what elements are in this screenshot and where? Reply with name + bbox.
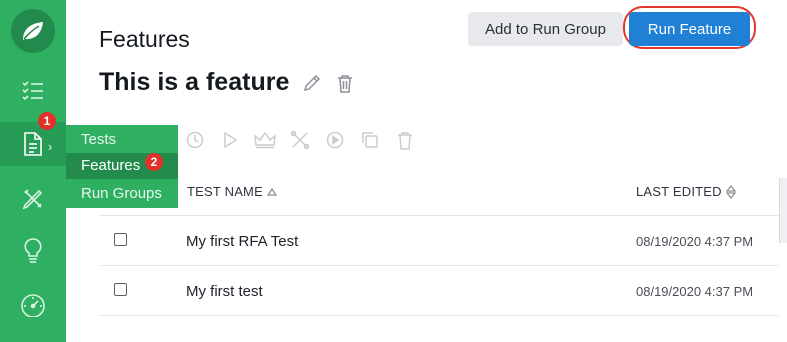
table-scrollbar[interactable]	[779, 178, 787, 243]
trash-icon[interactable]	[393, 128, 417, 152]
flyout-item-run-groups[interactable]: Run Groups	[66, 181, 178, 207]
crown-icon[interactable]	[253, 128, 277, 152]
column-header-test-name-label: TEST NAME	[187, 184, 263, 199]
tools-icon[interactable]	[288, 128, 312, 152]
checklist-icon[interactable]	[0, 68, 66, 112]
column-header-last-edited-label: LAST EDITED	[636, 184, 722, 199]
speedometer-icon[interactable]	[0, 283, 66, 327]
sort-both-icon	[725, 184, 736, 199]
run-feature-button[interactable]: Run Feature	[629, 12, 750, 46]
play-icon[interactable]	[218, 128, 242, 152]
table-row[interactable]: My first test 08/19/2020 4:37 PM	[99, 266, 779, 316]
column-header-test-name[interactable]: TEST NAME	[187, 184, 277, 199]
lightbulb-icon[interactable]	[0, 229, 66, 273]
chevron-right-icon: ›	[48, 139, 53, 154]
play-circle-icon[interactable]	[323, 128, 347, 152]
test-name-cell[interactable]: My first test	[186, 283, 263, 300]
row-checkbox[interactable]	[114, 283, 127, 296]
edit-pencil-icon[interactable]	[302, 73, 322, 93]
feature-title: This is a feature	[99, 68, 290, 96]
delete-trash-icon[interactable]	[335, 72, 355, 94]
sort-ascending-icon	[266, 187, 277, 196]
row-divider	[99, 315, 779, 316]
flyout-item-tests[interactable]: Tests	[66, 127, 178, 153]
test-name-cell[interactable]: My first RFA Test	[186, 233, 298, 250]
leaf-logo-icon[interactable]	[11, 9, 55, 53]
table-row[interactable]: My first RFA Test 08/19/2020 4:37 PM	[99, 216, 779, 266]
row-checkbox[interactable]	[114, 233, 127, 246]
column-header-last-edited[interactable]: LAST EDITED	[636, 184, 736, 199]
annotation-marker-1: 1	[38, 112, 56, 130]
page-title: Features	[99, 26, 190, 52]
sidebar: ›	[0, 0, 66, 342]
last-edited-cell: 08/19/2020 4:37 PM	[636, 284, 754, 299]
copy-icon[interactable]	[358, 128, 382, 152]
last-edited-cell: 08/19/2020 4:37 PM	[636, 234, 754, 249]
annotation-marker-2: 2	[145, 153, 163, 171]
schedule-clock-icon[interactable]	[183, 128, 207, 152]
table-toolbar	[183, 128, 417, 152]
pencil-ruler-icon[interactable]	[0, 177, 66, 221]
add-to-run-group-button[interactable]: Add to Run Group	[468, 12, 623, 46]
document-icon[interactable]	[0, 122, 66, 166]
